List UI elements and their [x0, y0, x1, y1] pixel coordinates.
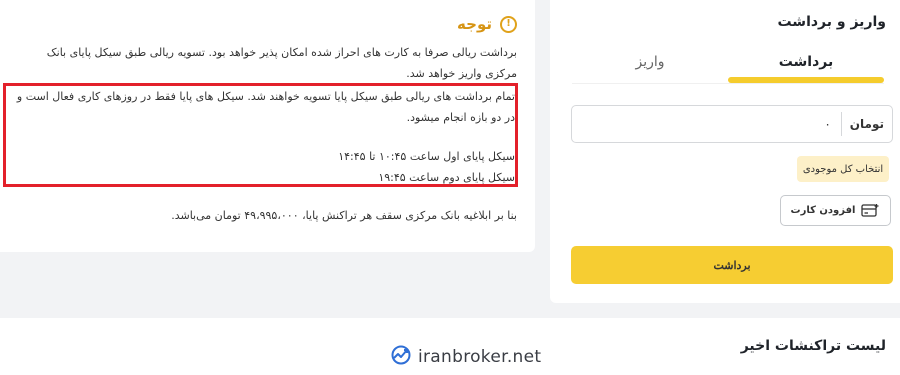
add-card-button[interactable]: افزودن کارت [780, 195, 891, 226]
tab-bar: برداشت واریز [572, 50, 884, 84]
tab-withdraw[interactable]: برداشت [728, 50, 884, 84]
add-card-icon [861, 203, 880, 218]
amount-input[interactable] [572, 106, 841, 142]
watermark: iranbroker.net [390, 345, 541, 369]
warning-icon: ! [500, 15, 517, 33]
notice-title: توجه [457, 15, 492, 33]
notice-header: ! توجه [457, 12, 517, 36]
notice-paragraph-paya: تمام برداشت های ریالی طبق سیکل پایا تسوی… [16, 90, 515, 124]
page: ! توجه برداشت ریالی صرفا به کارت های احر… [0, 0, 900, 375]
notice-panel: ! توجه برداشت ریالی صرفا به کارت های احر… [0, 0, 535, 252]
deposit-withdraw-card: واریز و برداشت برداشت واریز تومان انتخاب… [550, 0, 900, 303]
chart-logo-icon [390, 345, 412, 369]
recent-transactions-title: لیست تراکنشات اخیر [740, 338, 886, 354]
add-card-label: افزودن کارت [790, 205, 856, 216]
withdraw-submit-button[interactable]: برداشت [571, 246, 893, 284]
notice-paragraph-limit: بنا بر ابلاغیه بانک مرکزی سقف هر تراکنش … [171, 209, 517, 222]
tab-deposit[interactable]: واریز [572, 50, 728, 84]
card-title: واریز و برداشت [777, 14, 886, 30]
watermark-text: iranbroker.net [418, 347, 542, 367]
paya-cycle-first: سیکل پایای اول ساعت ۱۰:۴۵ تا ۱۴:۴۵ [338, 150, 515, 163]
paya-schedule: سیکل پایای اول ساعت ۱۰:۴۵ تا ۱۴:۴۵ سیکل … [338, 146, 515, 188]
paya-cycle-second: سیکل پایای دوم ساعت ۱۹:۴۵ [378, 171, 515, 184]
amount-field: تومان [571, 105, 893, 143]
select-all-balance-button[interactable]: انتخاب کل موجودی [797, 156, 889, 182]
notice-paragraph-cards: برداشت ریالی صرفا به کارت های احراز شده … [46, 46, 517, 80]
amount-unit-label: تومان [849, 117, 884, 131]
